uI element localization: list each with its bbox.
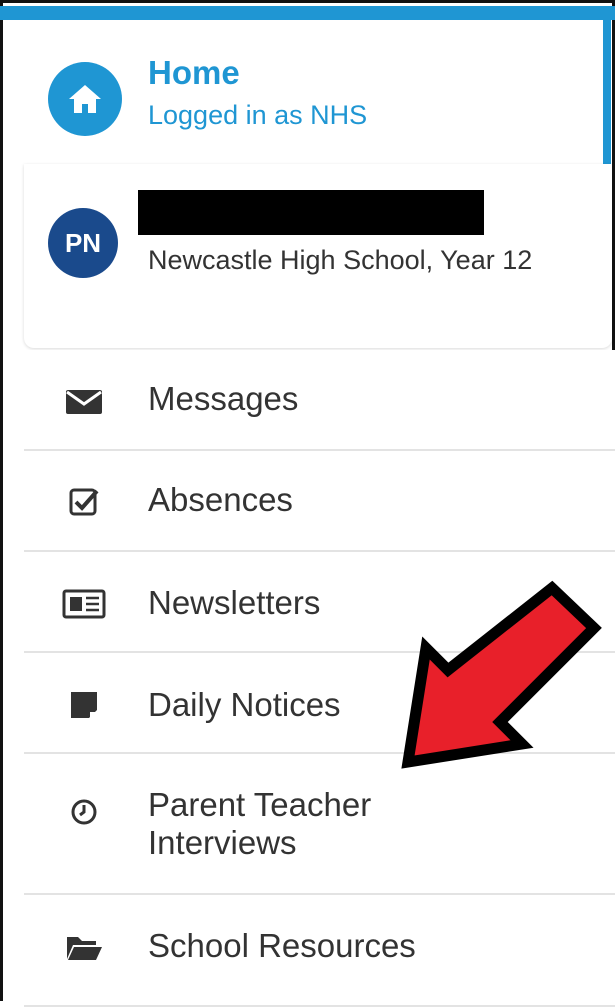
red-arrow-annotation [401, 580, 602, 769]
logged-in-status: Logged in as NHS [148, 100, 368, 130]
home-icon [48, 62, 122, 136]
menu-label: Messages [148, 380, 299, 417]
menu-item-messages[interactable]: Messages [24, 350, 615, 451]
envelope-icon [62, 380, 106, 424]
menu-item-school-resources[interactable]: School Resources [24, 895, 615, 1007]
home-card[interactable]: Home Logged in as NHS [24, 20, 603, 165]
profile-card[interactable]: PN Newcastle High School, Year 12 [24, 164, 612, 348]
menu-item-absences[interactable]: Absences [24, 451, 615, 552]
redacted-name [138, 190, 484, 235]
folder-icon [62, 925, 106, 969]
menu-label: Newsletters [148, 584, 321, 621]
newspaper-icon [62, 582, 106, 626]
menu-label: Absences [148, 481, 293, 518]
menu-label: Parent Teacher Interviews [148, 786, 372, 861]
sticky-note-icon [62, 683, 106, 727]
checkbox-icon [62, 479, 106, 523]
avatar: PN [48, 208, 118, 278]
header-accent-bar [0, 6, 615, 20]
home-title: Home [148, 54, 240, 91]
profile-school: Newcastle High School, Year 12 [148, 245, 533, 275]
menu-label: School Resources [148, 927, 416, 964]
clock-icon [62, 790, 106, 834]
menu-label: Daily Notices [148, 686, 341, 723]
